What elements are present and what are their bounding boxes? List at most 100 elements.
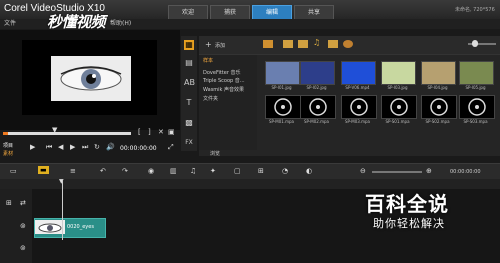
subtitle-icon[interactable]: ▢ [234,167,241,175]
zoom-slider[interactable] [372,171,422,173]
video-filter-icon[interactable] [283,40,293,48]
watermark-title: 百科全说 [365,192,449,216]
add-label[interactable]: 添加 [215,42,225,49]
media-name: SP-S01.mpa [385,119,410,124]
repeat-icon[interactable]: ↻ [94,143,100,151]
folder-item[interactable]: 样本 [203,57,213,64]
playhead-line [62,180,63,240]
disc-icon [468,98,486,116]
media-thumb[interactable] [300,61,335,85]
eye-image [60,66,122,91]
media-icon[interactable]: ▦ [184,40,194,50]
disc-icon [274,98,292,116]
title-icon[interactable]: T [184,98,194,108]
clip-name: 0020_eyes [67,224,94,230]
mask-icon[interactable]: ◐ [306,167,312,175]
audio-thumb[interactable] [381,95,417,119]
mark-in-icon[interactable]: [ [138,128,141,136]
media-name: SP-S02.mpa [425,119,450,124]
split-icon[interactable]: ✕ [158,128,164,136]
media-thumb[interactable] [265,61,300,85]
watermark-logo: 秒懂视频 [47,13,106,31]
video-track-icon[interactable]: ⊚ [20,222,26,230]
folder-item[interactable]: 文件夹 [203,95,218,102]
tracks-icon[interactable]: ≡ [70,167,76,175]
media-thumb[interactable] [459,61,494,85]
add-track-icon[interactable]: ⊞ [6,199,12,207]
sound-mixer-icon[interactable]: ▥ [170,167,177,175]
media-name: SP-S03.mpa [463,119,488,124]
music-filter-icon[interactable]: ♫ [313,38,320,47]
timeline-view-icon[interactable]: ▬ [38,166,49,174]
transition-icon[interactable]: AB [184,78,195,88]
audio-thumb[interactable] [265,95,301,119]
image-filter-icon[interactable] [328,40,338,48]
watermark-subtitle: 助你轻松解决 [373,217,445,230]
slider-knob[interactable] [472,40,478,47]
clip-mode[interactable]: 素材 [3,150,13,157]
media-thumb[interactable] [421,61,456,85]
play-icon[interactable]: ▶ [30,143,35,151]
auto-music-icon[interactable]: ♫ [190,167,196,175]
scrub-progress [3,132,8,135]
folder-item[interactable]: Wasmik 声音效果 [203,86,244,93]
scrub-bar[interactable] [3,132,131,135]
preview-timecode: 00:00:00:00 [120,145,157,152]
menu-help[interactable]: 帮助(H) [110,19,131,29]
end-icon[interactable]: ⏭ [82,143,88,152]
motion-tracking-icon[interactable]: ✦ [210,167,216,175]
home-icon[interactable]: ⏮ [46,143,52,152]
tab-welcome[interactable]: 欢迎 [168,5,208,19]
graphic-icon[interactable]: ▩ [184,118,194,128]
mark-out-icon[interactable]: ] [148,128,151,136]
media-thumb[interactable] [341,61,376,85]
multicam-icon[interactable]: ⊞ [258,167,264,175]
audio-thumb[interactable] [421,95,457,119]
tab-edit[interactable]: 编辑 [252,5,292,19]
zoom-in-icon[interactable]: ⊕ [426,167,432,175]
photo-filter-icon[interactable] [298,40,308,48]
prev-frame-icon[interactable]: ◀ [58,143,63,151]
eye-thumb [38,223,62,233]
media-name: SP-I03.jpg [387,85,408,90]
next-frame-icon[interactable]: ▶ [70,143,75,151]
camera-icon[interactable]: ▣ [168,128,175,136]
disc-icon [309,98,327,116]
media-name: SP-I02.jpg [306,85,327,90]
project-mode[interactable]: 项目 [3,142,13,149]
media-name: SP-M01.mpa [268,119,294,124]
media-name: SP-I05.jpg [465,85,486,90]
media-name: SP-V06.mp4 [345,85,370,90]
tab-capture[interactable]: 捕获 [210,5,250,19]
time-remap-icon[interactable]: ◔ [282,167,288,175]
browse-button[interactable]: 浏览 [210,150,220,157]
folder-item[interactable]: Triple Scoop 音... [203,77,245,84]
resize-icon[interactable]: ⤢ [168,143,174,152]
storyboard-view-icon[interactable]: ▭ [10,167,17,175]
tab-share[interactable]: 共享 [294,5,334,19]
audio-thumb[interactable] [341,95,377,119]
zoom-out-icon[interactable]: ⊖ [360,167,366,175]
media-name: SP-I04.jpg [427,85,448,90]
media-name: SP-I01.jpg [271,85,292,90]
undo-icon[interactable]: ↶ [100,167,106,175]
ripple-edit-icon[interactable]: ⇄ [20,199,26,207]
record-icon[interactable]: ◉ [148,167,154,175]
media-thumb[interactable] [381,61,416,85]
menu-file[interactable]: 文件 [4,19,16,29]
scrub-handle[interactable]: ▼ [52,126,57,134]
redo-icon[interactable]: ↷ [122,167,128,175]
overlay-track-icon[interactable]: ⊚ [20,244,26,252]
audio-thumb[interactable] [300,95,336,119]
add-icon[interactable]: + [205,40,212,49]
audio-thumb[interactable] [459,95,495,119]
folder-item[interactable]: DoveFitter 音乐 [203,69,241,76]
track-headers [0,189,32,263]
disc-icon [350,98,368,116]
color-filter-icon[interactable] [343,40,353,48]
fx-icon[interactable]: FX [184,138,194,148]
disc-icon [430,98,448,116]
volume-icon[interactable]: 🔊 [106,143,115,151]
folder-icon[interactable] [263,40,273,48]
instant-project-icon[interactable]: ▤ [184,58,194,68]
